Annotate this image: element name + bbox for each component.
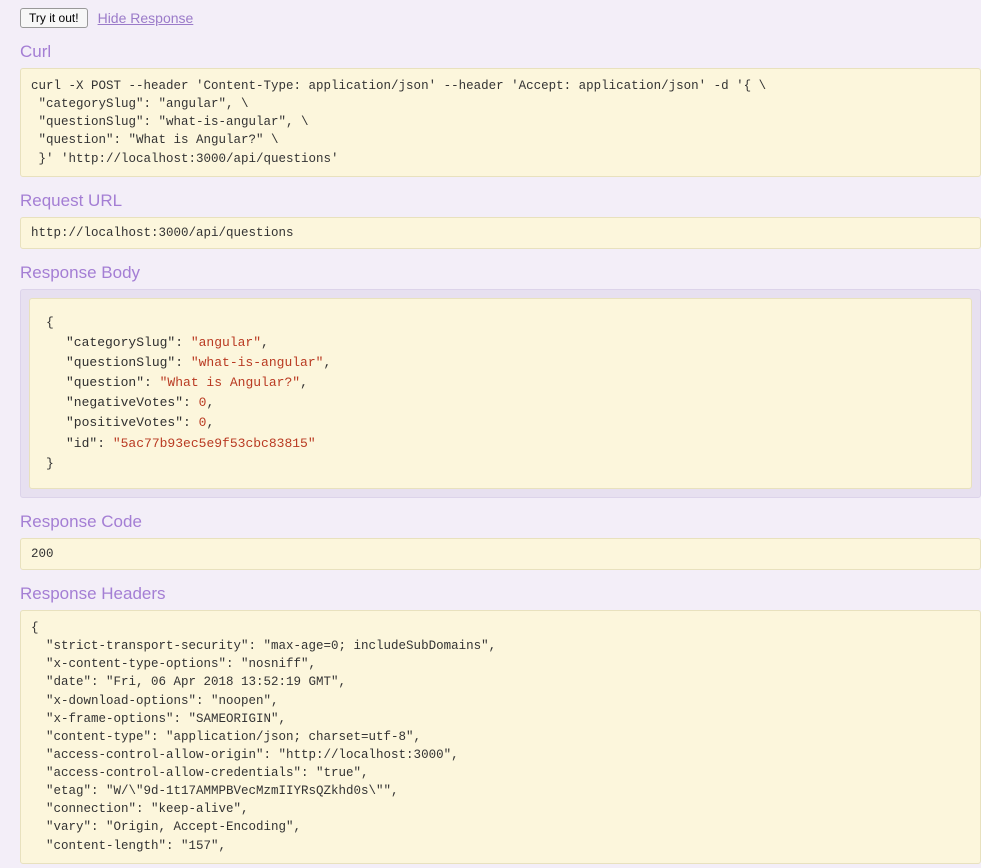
main-panel: Try it out! Hide Response Curl curl -X P…	[10, 0, 981, 868]
json-line: "categorySlug": "angular",	[46, 333, 955, 353]
top-bar: Try it out! Hide Response	[20, 8, 981, 28]
response-code-title: Response Code	[20, 512, 981, 532]
request-url-title: Request URL	[20, 191, 981, 211]
response-headers-box: { "strict-transport-security": "max-age=…	[20, 610, 981, 864]
curl-box: curl -X POST --header 'Content-Type: app…	[20, 68, 981, 177]
json-line: "negativeVotes": 0,	[46, 393, 955, 413]
json-line: "question": "What is Angular?",	[46, 373, 955, 393]
response-body-title: Response Body	[20, 263, 981, 283]
json-line: "id": "5ac77b93ec5e9f53cbc83815"	[46, 434, 955, 454]
json-brace-open: {	[46, 313, 955, 333]
response-body-wrap: {"categorySlug": "angular","questionSlug…	[20, 289, 981, 498]
response-body-box: {"categorySlug": "angular","questionSlug…	[29, 298, 972, 489]
json-line: "positiveVotes": 0,	[46, 413, 955, 433]
curl-title: Curl	[20, 42, 981, 62]
try-it-out-button[interactable]: Try it out!	[20, 8, 88, 28]
response-code-box: 200	[20, 538, 981, 570]
response-headers-title: Response Headers	[20, 584, 981, 604]
hide-response-link[interactable]: Hide Response	[98, 10, 194, 26]
json-line: "questionSlug": "what-is-angular",	[46, 353, 955, 373]
json-brace-close: }	[46, 454, 955, 474]
request-url-box: http://localhost:3000/api/questions	[20, 217, 981, 249]
